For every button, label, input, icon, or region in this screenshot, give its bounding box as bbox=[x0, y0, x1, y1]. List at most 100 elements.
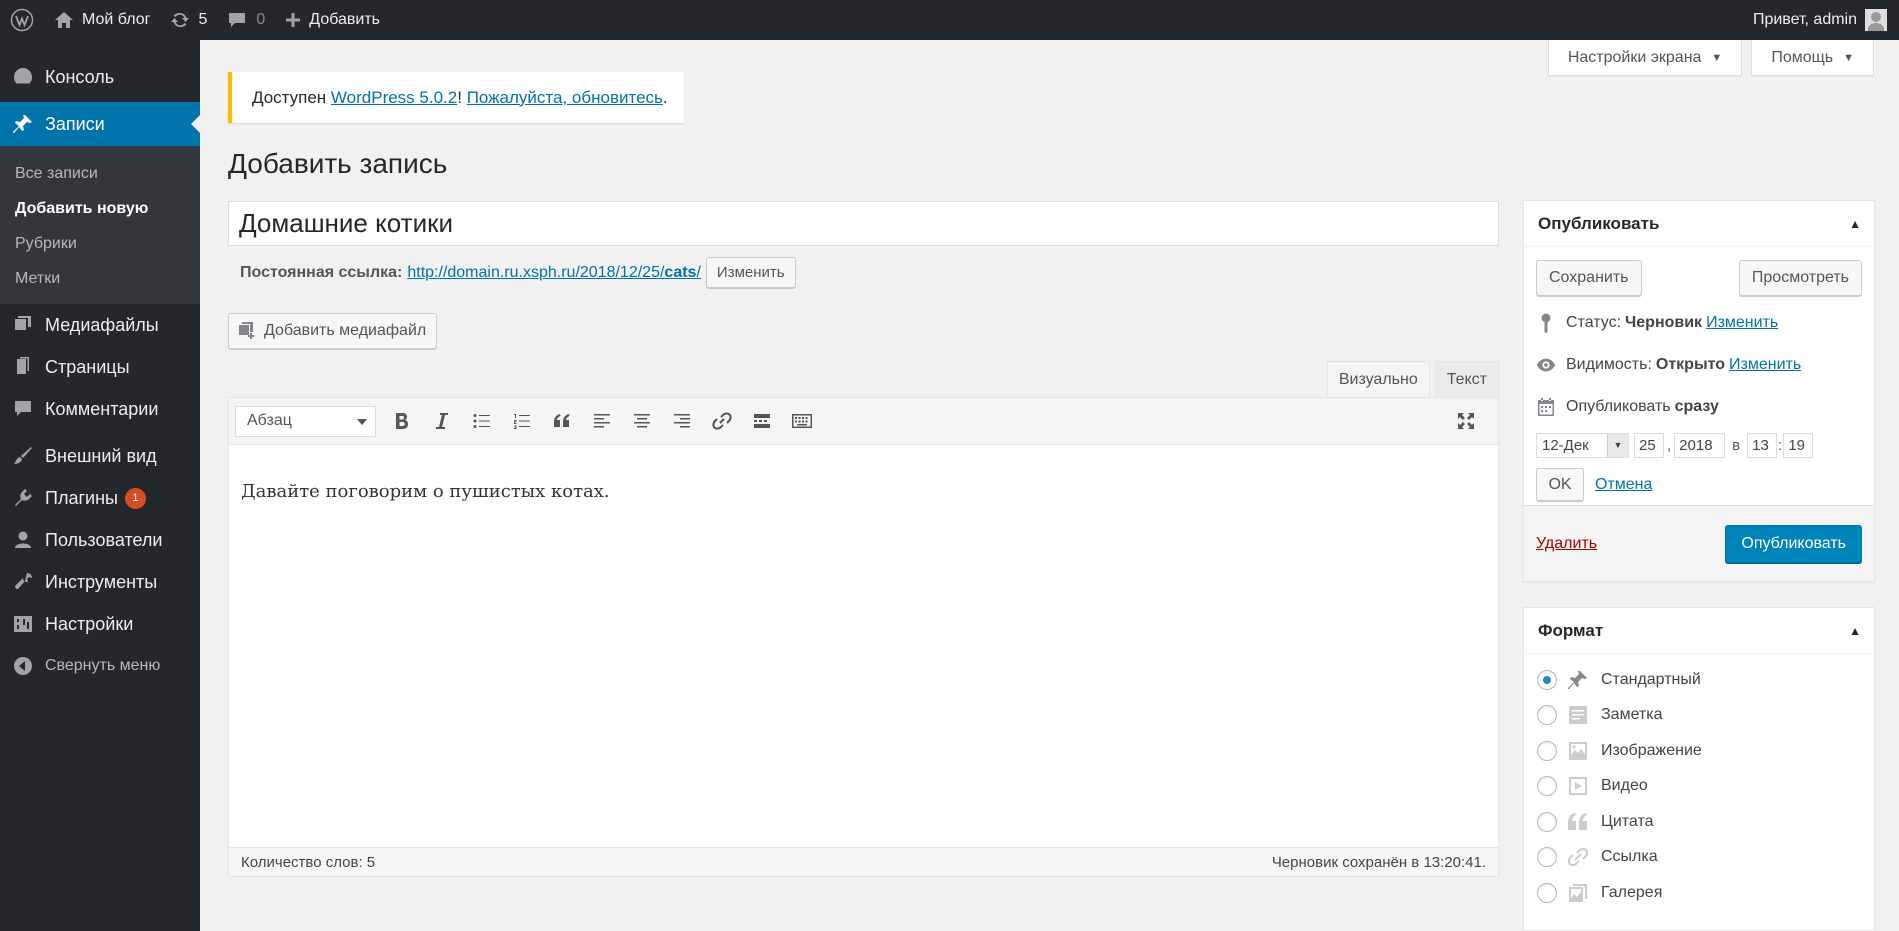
format-radio[interactable] bbox=[1537, 882, 1557, 903]
edit-status-link[interactable]: Изменить bbox=[1706, 314, 1778, 332]
caret-down-icon: ▼ bbox=[1711, 51, 1723, 64]
comments-count: 0 bbox=[256, 11, 266, 28]
editor-toolbar: Абзац bbox=[229, 398, 1498, 445]
tab-text[interactable]: Текст bbox=[1434, 361, 1499, 398]
sidebar-item-comments[interactable]: Комментарии bbox=[0, 388, 200, 430]
pages-icon bbox=[12, 356, 34, 378]
help-button[interactable]: Помощь ▼ bbox=[1751, 40, 1874, 76]
collapse-menu-button[interactable]: Свернуть меню bbox=[0, 645, 200, 687]
format-option-link[interactable]: Ссылка bbox=[1537, 840, 1862, 876]
posts-submenu: Все записи Добавить новую Рубрики Метки bbox=[0, 146, 200, 304]
format-radio[interactable] bbox=[1537, 740, 1557, 761]
cancel-link[interactable]: Отмена bbox=[1595, 476, 1652, 494]
format-radio[interactable] bbox=[1537, 776, 1557, 797]
bullet-list-button[interactable] bbox=[462, 401, 502, 441]
fullscreen-button[interactable] bbox=[1446, 401, 1486, 441]
permalink-url-base: http://domain.ru.xsph.ru/2018/12/25/ bbox=[407, 263, 665, 281]
publish-button[interactable]: Опубликовать bbox=[1725, 524, 1862, 563]
bold-button[interactable] bbox=[382, 401, 422, 441]
toolbar-toggle-button[interactable] bbox=[782, 401, 822, 441]
comments-link[interactable]: 0 bbox=[217, 0, 275, 40]
my-account[interactable]: Привет, admin bbox=[1753, 9, 1899, 31]
format-radio[interactable] bbox=[1537, 669, 1557, 690]
insert-link-button[interactable] bbox=[702, 401, 742, 441]
permalink-row: Постоянная ссылка: http://domain.ru.xsph… bbox=[240, 257, 796, 288]
format-options: Стандартный Заметка Изображение Видео Ци bbox=[1524, 654, 1874, 917]
format-option-video[interactable]: Видео bbox=[1537, 769, 1862, 805]
sidebar-item-appearance[interactable]: Внешний вид bbox=[0, 435, 200, 477]
eye-icon bbox=[1536, 355, 1556, 375]
sidebar-item-label: Консоль bbox=[45, 66, 115, 87]
sidebar-item-users[interactable]: Пользователи bbox=[0, 519, 200, 561]
numbered-list-button[interactable] bbox=[502, 401, 542, 441]
submenu-tags[interactable]: Метки bbox=[0, 261, 200, 296]
tab-visual[interactable]: Визуально bbox=[1326, 361, 1430, 398]
sidebar-item-plugins[interactable]: Плагины 1 bbox=[0, 477, 200, 519]
update-link[interactable]: Пожалуйста, обновитесь bbox=[467, 88, 663, 108]
preview-button[interactable]: Просмотреть bbox=[1738, 260, 1862, 296]
sidebar-item-label: Комментарии bbox=[45, 398, 159, 419]
editor-content[interactable]: Давайте поговорим о пушистых котах. bbox=[229, 445, 1498, 803]
collapse-arrow-icon[interactable]: ▲ bbox=[1849, 217, 1861, 231]
publish-box-header[interactable]: Опубликовать ▲ bbox=[1524, 201, 1874, 247]
sidebar-item-tools[interactable]: Инструменты bbox=[0, 561, 200, 603]
delete-link[interactable]: Удалить bbox=[1536, 535, 1597, 553]
publish-actions: Сохранить Просмотреть bbox=[1524, 247, 1874, 296]
edit-visibility-link[interactable]: Изменить bbox=[1729, 356, 1801, 374]
add-new-link[interactable]: Добавить bbox=[275, 0, 390, 40]
sidebar-item-media[interactable]: Медиафайлы bbox=[0, 304, 200, 346]
format-radio[interactable] bbox=[1537, 847, 1557, 868]
submenu-categories[interactable]: Рубрики bbox=[0, 226, 200, 261]
year-input[interactable]: 2018 bbox=[1674, 432, 1726, 458]
site-name-link[interactable]: Мой блог bbox=[44, 0, 160, 40]
submenu-add-new[interactable]: Добавить новую bbox=[0, 191, 200, 226]
keyboard-icon bbox=[792, 414, 812, 428]
format-option-quote[interactable]: Цитата bbox=[1537, 804, 1862, 840]
format-radio[interactable] bbox=[1537, 811, 1557, 832]
submenu-all-posts[interactable]: Все записи bbox=[0, 156, 200, 191]
format-option-aside[interactable]: Заметка bbox=[1537, 698, 1862, 734]
add-media-icon bbox=[239, 322, 254, 339]
align-center-button[interactable] bbox=[622, 401, 662, 441]
align-left-button[interactable] bbox=[582, 401, 622, 441]
day-input[interactable]: 25 bbox=[1634, 432, 1664, 458]
save-draft-button[interactable]: Сохранить bbox=[1536, 260, 1642, 296]
read-more-button[interactable] bbox=[742, 401, 782, 441]
sidebar-item-dashboard[interactable]: Консоль bbox=[0, 56, 200, 98]
home-icon bbox=[55, 12, 73, 28]
sidebar-item-pages[interactable]: Страницы bbox=[0, 346, 200, 388]
blockquote-button[interactable] bbox=[542, 401, 582, 441]
hour-input[interactable]: 13 bbox=[1747, 432, 1778, 458]
image-icon bbox=[1567, 740, 1589, 762]
month-select[interactable]: 12-Дек ▼ bbox=[1536, 432, 1629, 458]
format-box-header[interactable]: Формат ▲ bbox=[1524, 608, 1874, 654]
format-option-image[interactable]: Изображение bbox=[1537, 733, 1862, 769]
add-media-label: Добавить медиафайл bbox=[264, 322, 427, 339]
sidebar-item-settings[interactable]: Настройки bbox=[0, 603, 200, 645]
wordpress-logo-icon[interactable] bbox=[0, 0, 44, 40]
edit-slug-button[interactable]: Изменить bbox=[705, 257, 796, 288]
add-media-button[interactable]: Добавить медиафайл bbox=[228, 313, 438, 349]
format-label: Стандартный bbox=[1601, 670, 1701, 688]
permalink-url[interactable]: http://domain.ru.xsph.ru/2018/12/25/cats… bbox=[407, 264, 701, 282]
format-option-gallery[interactable]: Галерея bbox=[1537, 875, 1862, 911]
format-select[interactable]: Абзац bbox=[235, 405, 376, 437]
collapse-arrow-icon[interactable]: ▲ bbox=[1849, 624, 1861, 638]
ok-button[interactable]: OK bbox=[1536, 468, 1584, 501]
align-right-button[interactable] bbox=[662, 401, 702, 441]
format-option-standard[interactable]: Стандартный bbox=[1537, 662, 1862, 698]
updates-link[interactable]: 5 bbox=[160, 0, 217, 40]
month-value: 12-Дек bbox=[1542, 436, 1589, 454]
schedule-label: Опубликовать bbox=[1566, 398, 1671, 415]
wordpress-version-link[interactable]: WordPress 5.0.2 bbox=[331, 88, 457, 108]
format-radio[interactable] bbox=[1537, 705, 1557, 726]
italic-button[interactable] bbox=[422, 401, 462, 441]
pin-icon bbox=[12, 113, 34, 135]
editor-tabs: Визуально Текст bbox=[1322, 361, 1499, 398]
minute-input[interactable]: 19 bbox=[1783, 432, 1814, 458]
pin-icon bbox=[1567, 669, 1589, 691]
screen-options-button[interactable]: Настройки экрана ▼ bbox=[1547, 40, 1743, 76]
post-title-input[interactable]: Домашние котики bbox=[228, 201, 1499, 246]
align-right-icon bbox=[674, 414, 690, 428]
sidebar-item-posts[interactable]: Записи bbox=[0, 102, 200, 146]
